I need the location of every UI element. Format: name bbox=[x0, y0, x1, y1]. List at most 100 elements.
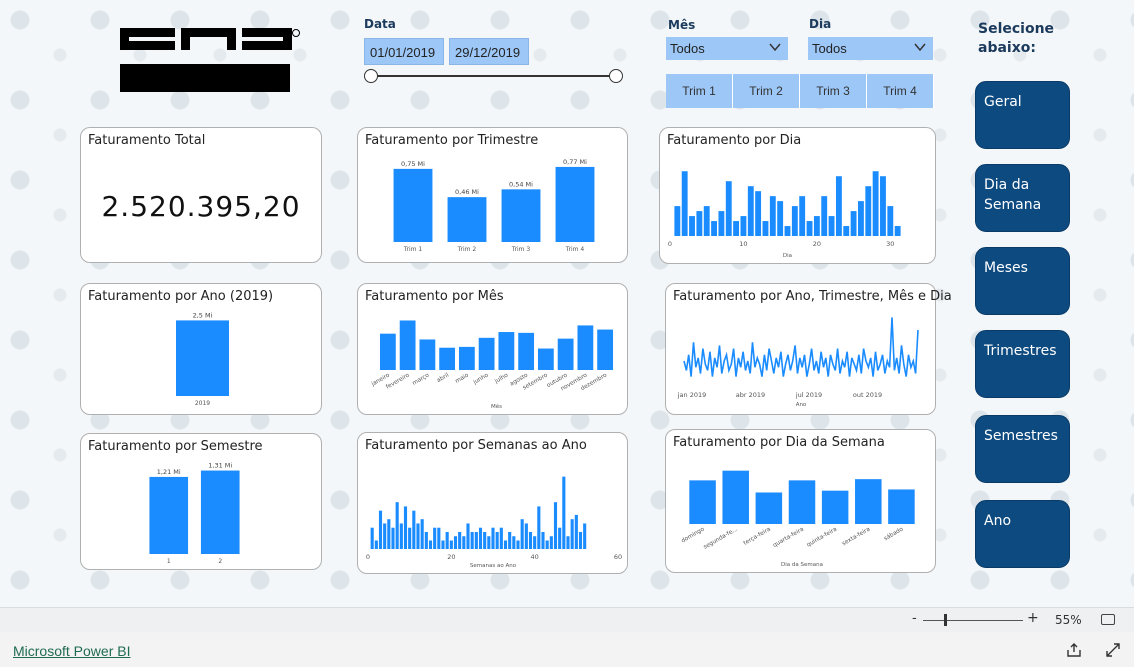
report-canvas: Data 01/01/2019 29/12/2019 Mês Todos Dia… bbox=[0, 0, 1134, 607]
x-tick-label: junho bbox=[472, 372, 490, 386]
chart-card-semestre[interactable]: Faturamento por Semestre 1,21 Mi 1 1,31 Mi… bbox=[80, 433, 322, 570]
month-filter-label: Mês bbox=[668, 18, 696, 32]
bar bbox=[888, 489, 915, 524]
bar bbox=[872, 171, 879, 236]
bar bbox=[806, 221, 813, 236]
bar bbox=[880, 176, 886, 236]
chart-card-ano-tri[interactable]: Faturamento por Ano, Trimestre, Mês e Di… bbox=[665, 283, 952, 415]
bar bbox=[453, 536, 458, 549]
company-logo bbox=[120, 28, 300, 92]
chart-card-trimestre[interactable]: Faturamento por Trimestre 0,75 Mi Trim 10… bbox=[357, 127, 628, 263]
trim-2-button[interactable]: Trim 2 bbox=[733, 74, 800, 108]
chevron-down-icon bbox=[914, 43, 926, 52]
bar bbox=[597, 329, 614, 370]
zoom-out-button[interactable]: - bbox=[912, 611, 917, 626]
bar bbox=[420, 519, 424, 549]
chart-card-semanas[interactable]: Faturamento por Semanas ao Ano 0 20 40 60 Se… bbox=[357, 432, 628, 574]
bar bbox=[516, 540, 520, 549]
x-tick-label: jul 2019 bbox=[795, 391, 822, 399]
nav-meses-button[interactable]: Meses bbox=[975, 247, 1070, 315]
day-dropdown[interactable]: Todos bbox=[808, 37, 933, 60]
bar bbox=[498, 332, 515, 370]
chevron-down-icon bbox=[769, 43, 781, 52]
x-tick-label: sexta-feira bbox=[841, 526, 871, 547]
bar bbox=[449, 540, 453, 549]
bar bbox=[821, 196, 828, 236]
bar bbox=[577, 325, 594, 370]
end-date-input[interactable]: 29/12/2019 bbox=[449, 38, 529, 65]
x-tick-label: out 2019 bbox=[853, 391, 882, 399]
x-tick-label: 20 bbox=[447, 553, 455, 561]
bar bbox=[176, 320, 229, 396]
share-icon[interactable] bbox=[1066, 642, 1082, 658]
date-filter-label: Data bbox=[364, 17, 396, 31]
bar bbox=[491, 527, 495, 549]
zoom-slider[interactable] bbox=[923, 620, 1023, 621]
bar bbox=[518, 332, 535, 370]
bar bbox=[718, 211, 725, 236]
bar bbox=[478, 337, 495, 370]
date-slider-end-handle[interactable] bbox=[609, 69, 623, 83]
bar bbox=[843, 226, 850, 236]
bar bbox=[562, 476, 566, 549]
x-tick-label: abr 2019 bbox=[736, 391, 765, 399]
x-tick-label: março bbox=[412, 372, 431, 387]
bar bbox=[524, 523, 528, 549]
bar bbox=[887, 206, 894, 236]
x-tick-label: julho bbox=[493, 372, 509, 385]
zoom-in-button[interactable]: + bbox=[1027, 610, 1039, 626]
day-dropdown-value: Todos bbox=[812, 41, 847, 56]
start-date-input[interactable]: 01/01/2019 bbox=[364, 38, 444, 65]
kpi-card-total[interactable]: Faturamento Total 2.520.395,20 bbox=[80, 127, 322, 263]
bar bbox=[370, 527, 374, 549]
bar bbox=[821, 490, 849, 524]
bar bbox=[755, 191, 762, 236]
date-slider-start-handle[interactable] bbox=[364, 69, 378, 83]
x-tick-label: terça-feira bbox=[743, 526, 772, 546]
month-dropdown[interactable]: Todos bbox=[666, 37, 788, 60]
nav-dia-semana-button[interactable]: Dia da Semana bbox=[975, 164, 1070, 232]
zoom-level: 55% bbox=[1055, 613, 1082, 627]
bar bbox=[433, 527, 437, 549]
chart-dia-semana: domingosegunda-fe... terça-feira quarta-fe… bbox=[681, 470, 915, 568]
x-tick-label: Trim 3 bbox=[511, 246, 531, 253]
bar bbox=[399, 320, 416, 370]
trim-1-button[interactable]: Trim 1 bbox=[666, 74, 733, 108]
nav-semestres-button[interactable]: Semestres bbox=[975, 415, 1070, 483]
chart-card-ano[interactable]: Faturamento por Ano (2019) 2,5 Mi 2019 bbox=[80, 283, 322, 415]
bar bbox=[379, 333, 396, 370]
nav-geral-button[interactable]: Geral bbox=[975, 81, 1070, 149]
bar bbox=[478, 527, 483, 549]
date-range-slider[interactable] bbox=[370, 75, 616, 77]
nav-ano-button[interactable]: Ano bbox=[975, 500, 1070, 568]
nav-trimestres-button[interactable]: Trimestres bbox=[975, 330, 1070, 398]
chart-card-mes[interactable]: Faturamento por Mês janeiro fevereiro març… bbox=[357, 283, 628, 415]
x-tick-label: 1 bbox=[167, 558, 171, 565]
bar bbox=[528, 531, 533, 549]
x-tick-label: 10 bbox=[739, 240, 747, 248]
chart-card-dia[interactable]: Faturamento por Dia 0 10 20 30 Dia bbox=[659, 127, 936, 264]
trim-3-button[interactable]: Trim 3 bbox=[800, 74, 867, 108]
x-axis-label: Dia bbox=[783, 253, 792, 259]
bar bbox=[412, 510, 416, 549]
bar bbox=[393, 168, 433, 242]
zoom-slider-handle[interactable] bbox=[944, 614, 947, 626]
bar bbox=[537, 348, 554, 370]
bar bbox=[828, 216, 835, 236]
chart-card-dia-semana[interactable]: Faturamento por Dia da Semana domingo seg… bbox=[665, 429, 936, 573]
series-line bbox=[683, 317, 919, 377]
x-axis-label: Ano bbox=[796, 402, 807, 408]
x-tick-label: Trim 4 bbox=[565, 246, 585, 253]
fit-to-page-icon[interactable] bbox=[1101, 614, 1115, 625]
bar bbox=[466, 523, 470, 549]
card-title: Faturamento Total bbox=[88, 133, 206, 148]
bar bbox=[777, 201, 784, 236]
x-tick-label: jan 2019 bbox=[677, 391, 707, 399]
fullscreen-icon[interactable] bbox=[1105, 642, 1121, 658]
x-tick-label: segunda-fe... bbox=[703, 526, 739, 550]
bar bbox=[549, 536, 553, 549]
data-label: 1,31 Mi bbox=[208, 462, 232, 470]
trim-4-button[interactable]: Trim 4 bbox=[867, 74, 934, 108]
power-bi-link[interactable]: Microsoft Power BI bbox=[13, 643, 130, 659]
bar bbox=[424, 531, 428, 549]
